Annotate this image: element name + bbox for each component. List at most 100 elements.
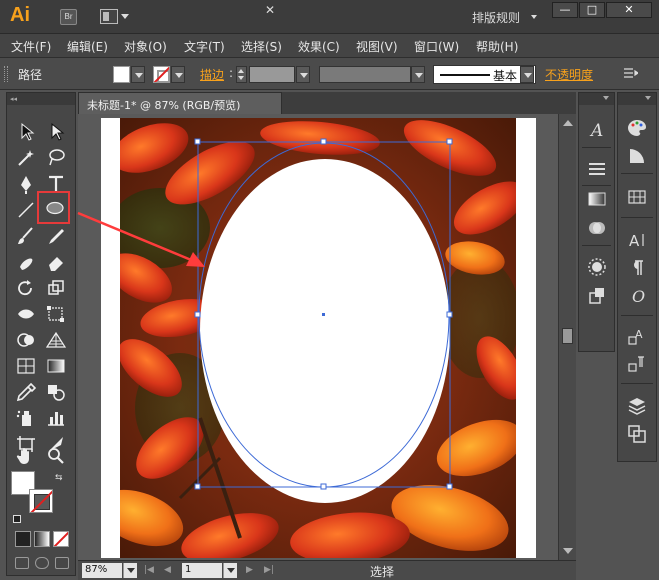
- stroke-panel-link[interactable]: 描边: [200, 66, 224, 83]
- canvas-area[interactable]: [78, 114, 558, 560]
- eraser-tool[interactable]: [44, 251, 68, 273]
- brush-dropdown[interactable]: [520, 66, 534, 83]
- gradient-tool[interactable]: [44, 355, 68, 377]
- next-artboard-icon[interactable]: ▶: [246, 565, 253, 575]
- profile-dropdown[interactable]: [411, 66, 425, 83]
- brush-stroke-preview: [440, 74, 490, 76]
- pencil-tool[interactable]: [44, 225, 68, 247]
- draw-normal-icon[interactable]: [15, 557, 29, 569]
- gradient-panel-icon[interactable]: [586, 188, 608, 210]
- swap-colors-icon[interactable]: ⇆: [55, 473, 63, 483]
- graphic-styles-icon[interactable]: [586, 285, 608, 307]
- menu-help[interactable]: 帮助(H): [476, 38, 518, 55]
- stroke-weight-stepper[interactable]: [236, 66, 247, 83]
- scale-tool[interactable]: [44, 277, 68, 299]
- width-tool[interactable]: [14, 303, 38, 325]
- first-artboard-icon[interactable]: |◀: [144, 565, 154, 575]
- blob-brush-tool[interactable]: [14, 251, 38, 273]
- color-palette-icon[interactable]: [626, 117, 648, 139]
- stroke-swatch[interactable]: [153, 66, 170, 83]
- stroke-color-box[interactable]: [29, 489, 53, 513]
- grip-icon[interactable]: [4, 66, 8, 82]
- shape-builder-tool[interactable]: [14, 329, 38, 351]
- perspective-grid-tool[interactable]: [44, 329, 68, 351]
- scroll-down-icon[interactable]: [563, 548, 573, 554]
- variable-width-profile[interactable]: [319, 66, 411, 83]
- rotate-tool[interactable]: [14, 277, 38, 299]
- workspace-switcher[interactable]: 排版规则: [472, 9, 520, 26]
- last-artboard-icon[interactable]: ▶|: [264, 565, 274, 575]
- gradient-mode-button[interactable]: [34, 531, 50, 547]
- none-mode-button[interactable]: [53, 531, 69, 547]
- character-panel-icon[interactable]: A: [626, 229, 648, 251]
- mesh-tool[interactable]: [14, 355, 38, 377]
- opacity-panel-link[interactable]: 不透明度: [545, 66, 593, 83]
- symbol-sprayer-tool[interactable]: [14, 407, 38, 429]
- menu-window[interactable]: 窗口(W): [414, 38, 459, 55]
- chevron-down-icon[interactable]: [531, 15, 537, 19]
- stroke-panel-icon[interactable]: [586, 158, 608, 180]
- vertical-scrollbar[interactable]: [558, 114, 576, 560]
- character-styles-icon[interactable]: A: [586, 119, 608, 141]
- close-document-button[interactable]: ✕: [265, 3, 275, 17]
- selection-tool[interactable]: [14, 121, 38, 143]
- paragraph-panel-icon[interactable]: [626, 257, 648, 279]
- transparency-panel-icon[interactable]: [586, 217, 608, 239]
- artboards-panel-icon[interactable]: [626, 423, 648, 445]
- layers-icon[interactable]: [626, 395, 648, 417]
- zoom-tool[interactable]: [44, 445, 68, 467]
- draw-behind-icon[interactable]: [35, 557, 49, 569]
- previous-artboard-icon[interactable]: ◀: [164, 565, 171, 575]
- artboard-number-input[interactable]: 1: [182, 563, 222, 578]
- zoom-dropdown[interactable]: [123, 563, 137, 578]
- character-styles-panel-icon[interactable]: A: [626, 325, 648, 347]
- stroke-dropdown[interactable]: [171, 66, 185, 83]
- artboard-dropdown[interactable]: [223, 563, 237, 578]
- menu-file[interactable]: 文件(F): [11, 38, 51, 55]
- shape-builder-icon: [17, 333, 34, 347]
- panel-menu-icon[interactable]: [624, 68, 640, 81]
- line-segment-tool[interactable]: [14, 199, 38, 221]
- dock-header[interactable]: [579, 93, 614, 105]
- magic-wand-tool[interactable]: [14, 147, 38, 169]
- free-transform-tool[interactable]: [44, 303, 68, 325]
- close-window-button[interactable]: ✕: [606, 2, 652, 18]
- fill-swatch[interactable]: [113, 66, 130, 83]
- screen-mode-icon[interactable]: [55, 557, 69, 569]
- fill-dropdown[interactable]: [131, 66, 145, 83]
- stroke-weight-dropdown[interactable]: [296, 66, 310, 83]
- minimize-button[interactable]: —: [552, 2, 578, 18]
- lasso-tool[interactable]: [44, 147, 68, 169]
- menu-object[interactable]: 对象(O): [124, 38, 167, 55]
- document-tab[interactable]: 未标题-1* @ 87% (RGB/预览): [78, 92, 282, 114]
- menu-select[interactable]: 选择(S): [241, 38, 282, 55]
- dock-header[interactable]: [618, 93, 656, 105]
- opentype-panel-icon[interactable]: O: [626, 285, 648, 307]
- zoom-level-input[interactable]: 87%: [82, 563, 122, 578]
- menu-edit[interactable]: 编辑(E): [67, 38, 108, 55]
- menu-view[interactable]: 视图(V): [356, 38, 398, 55]
- bridge-button[interactable]: Br: [60, 9, 77, 25]
- default-colors-icon[interactable]: [13, 515, 21, 523]
- stroke-weight-input[interactable]: [249, 66, 295, 83]
- arrange-documents-button[interactable]: [100, 9, 129, 25]
- pen-tool[interactable]: [14, 173, 38, 195]
- paintbrush-tool[interactable]: [14, 225, 38, 247]
- tools-panel-header[interactable]: ◂◂: [7, 93, 75, 105]
- maximize-button[interactable]: □: [579, 2, 605, 18]
- swatches-icon[interactable]: [626, 186, 648, 208]
- eyedropper-tool[interactable]: [14, 381, 38, 403]
- color-mode-button[interactable]: [15, 531, 31, 547]
- scroll-up-icon[interactable]: [563, 120, 573, 126]
- scroll-thumb[interactable]: [562, 328, 573, 344]
- appearance-panel-icon[interactable]: [586, 256, 608, 278]
- menu-type[interactable]: 文字(T): [184, 38, 225, 55]
- blend-tool[interactable]: [44, 381, 68, 403]
- direct-selection-tool[interactable]: [44, 121, 68, 143]
- color-guide-icon[interactable]: [626, 145, 648, 167]
- menu-effect[interactable]: 效果(C): [298, 38, 340, 55]
- status-text[interactable]: 选择: [370, 563, 394, 580]
- hand-tool[interactable]: [14, 445, 38, 467]
- paragraph-styles-panel-icon[interactable]: [626, 353, 648, 375]
- column-graph-tool[interactable]: [44, 407, 68, 429]
